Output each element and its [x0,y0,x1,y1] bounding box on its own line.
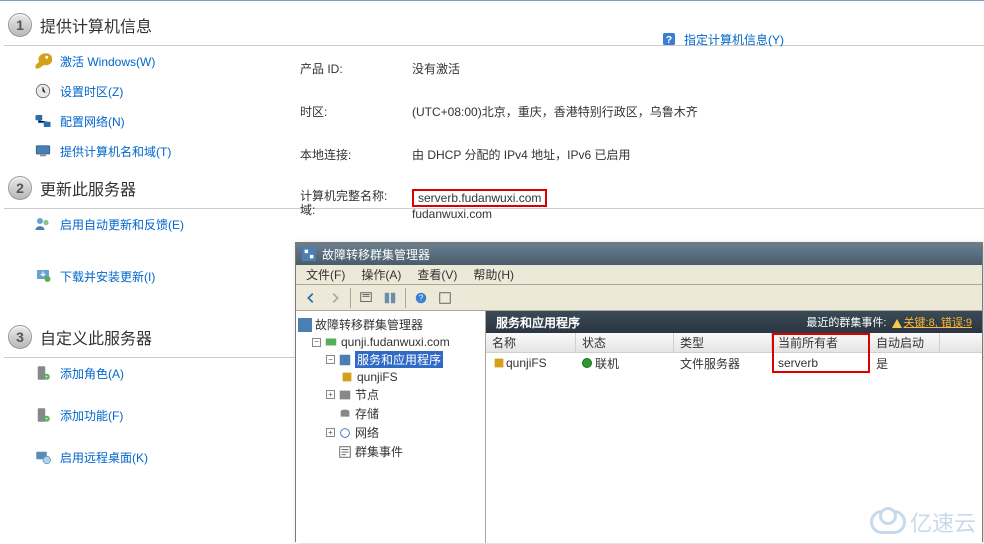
step-2-badge: 2 [8,176,32,200]
step-3-badge: 3 [8,325,32,349]
cluster-root-icon [298,318,312,332]
tree-storage[interactable]: 存储 [355,405,379,422]
updates-feedback-link[interactable]: 启用自动更新和反馈(E) [60,216,184,233]
tree-expander[interactable]: − [326,355,335,364]
nav-back-button[interactable] [300,287,322,309]
tree-nodes[interactable]: 节点 [355,386,379,403]
clock-icon [34,82,52,100]
cluster-menubar: 文件(F) 操作(A) 查看(V) 帮助(H) [296,265,982,285]
row-name: qunjiFS [506,356,547,370]
menu-view[interactable]: 查看(V) [411,265,463,284]
tree-cluster[interactable]: qunji.fudanwuxi.com [341,335,450,349]
col-auto[interactable]: 自动启动 [870,333,940,352]
up-button[interactable] [355,287,377,309]
cluster-title: 故障转移群集管理器 [322,246,430,263]
timezone-label: 时区: [300,103,400,120]
key-icon [34,52,52,70]
svg-text:?: ? [419,293,424,302]
menu-file[interactable]: 文件(F) [300,265,351,284]
remote-desktop-link[interactable]: 启用远程桌面(K) [60,449,148,466]
download-icon [34,267,52,285]
recent-events: 最近的群集事件: 关键:8, 错误:9 [806,314,972,330]
properties-button[interactable] [379,287,401,309]
tree-networks[interactable]: 网络 [355,424,379,441]
watermark: 亿速云 [870,506,976,538]
row-type: 文件服务器 [674,353,772,374]
step-1-badge: 1 [8,13,32,37]
add-features-link[interactable]: 添加功能(F) [60,407,123,424]
network-icon [34,112,52,130]
help-icon: ? [660,30,678,48]
row-auto: 是 [870,353,940,374]
server-feature-icon: + [34,406,52,424]
product-id-label: 产品 ID: [300,60,400,77]
server-role-icon: + [34,364,52,382]
svg-text:?: ? [666,34,672,46]
refresh-button[interactable] [434,287,456,309]
section-1-header: 1 提供计算机信息 [4,7,984,46]
svg-text:+: + [45,417,49,423]
tree-root[interactable]: 故障转移群集管理器 [315,316,423,333]
tree-expander[interactable]: − [312,338,321,347]
download-updates-link[interactable]: 下载并安装更新(I) [60,268,155,285]
row-service-icon [492,356,506,370]
add-roles-link[interactable]: 添加角色(A) [60,365,124,382]
services-icon [338,353,352,367]
help-button[interactable]: ? [410,287,432,309]
cluster-toolbar: ? [296,285,982,311]
help-link-row: ? 指定计算机信息(Y) [660,30,784,48]
fqdn-highlight: serverb.fudanwuxi.com [412,189,547,207]
timezone-link[interactable]: 设置时区(Z) [60,83,123,100]
users-icon [34,215,52,233]
nodes-icon [338,388,352,402]
cluster-node-icon [324,335,338,349]
product-id-value: 没有激活 [412,60,698,77]
service-item-icon [340,370,354,384]
col-name[interactable]: 名称 [486,333,576,352]
row-state: 联机 [595,355,619,372]
table-row[interactable]: qunjiFS 联机 文件服务器 serverb 是 [486,353,982,373]
fqdn-value: serverb.fudanwuxi.comfudanwuxi.com [412,189,698,221]
events-icon [338,445,352,459]
storage-icon [338,407,352,421]
connection-value: 由 DHCP 分配的 IPv4 地址，IPv6 已启用 [412,146,698,163]
cluster-tree[interactable]: 故障转移群集管理器 −qunji.fudanwuxi.com −服务和应用程序 … [296,311,486,543]
tree-qunjifs[interactable]: qunjiFS [357,370,398,384]
section-1-title: 提供计算机信息 [40,13,152,37]
online-status-icon [582,358,592,368]
computer-info-grid: 产品 ID: 没有激活 时区: (UTC+08:00)北京，重庆，香港特别行政区… [300,60,698,221]
activate-windows-link[interactable]: 激活 Windows(W) [60,53,155,70]
list-columns-header: 名称 状态 类型 当前所有者 自动启动 [486,333,982,353]
remote-desktop-icon [34,448,52,466]
cluster-app-icon [302,247,316,261]
tree-expander[interactable]: + [326,428,335,437]
col-state[interactable]: 状态 [576,333,674,352]
computer-icon [34,142,52,160]
nav-forward-button[interactable] [324,287,346,309]
tree-expander[interactable]: + [326,390,335,399]
networks-icon [338,426,352,440]
cluster-manager-window: 故障转移群集管理器 文件(F) 操作(A) 查看(V) 帮助(H) ? 故障转移… [295,242,983,542]
tree-services[interactable]: 服务和应用程序 [355,351,443,368]
col-type[interactable]: 类型 [674,333,772,352]
svg-text:+: + [45,375,49,381]
recent-events-link[interactable]: 关键:8, 错误:9 [904,317,972,329]
network-link[interactable]: 配置网络(N) [60,113,125,130]
warning-icon [892,319,902,328]
connection-label: 本地连接: [300,146,400,163]
section-2-title: 更新此服务器 [40,176,136,200]
fqdn-label: 计算机完整名称:域: [300,189,400,221]
computer-name-link[interactable]: 提供计算机名和域(T) [60,143,171,160]
tree-events[interactable]: 群集事件 [355,443,403,460]
menu-help[interactable]: 帮助(H) [467,265,520,284]
cloud-icon [870,510,906,534]
timezone-value: (UTC+08:00)北京，重庆，香港特别行政区，乌鲁木齐 [412,103,698,120]
cluster-titlebar[interactable]: 故障转移群集管理器 [296,243,982,265]
list-header-title: 服务和应用程序 [496,314,580,331]
owner-highlight [772,333,870,373]
section-3-title: 自定义此服务器 [40,325,152,349]
menu-action[interactable]: 操作(A) [355,265,407,284]
specify-computer-info-link[interactable]: 指定计算机信息(Y) [684,31,784,48]
